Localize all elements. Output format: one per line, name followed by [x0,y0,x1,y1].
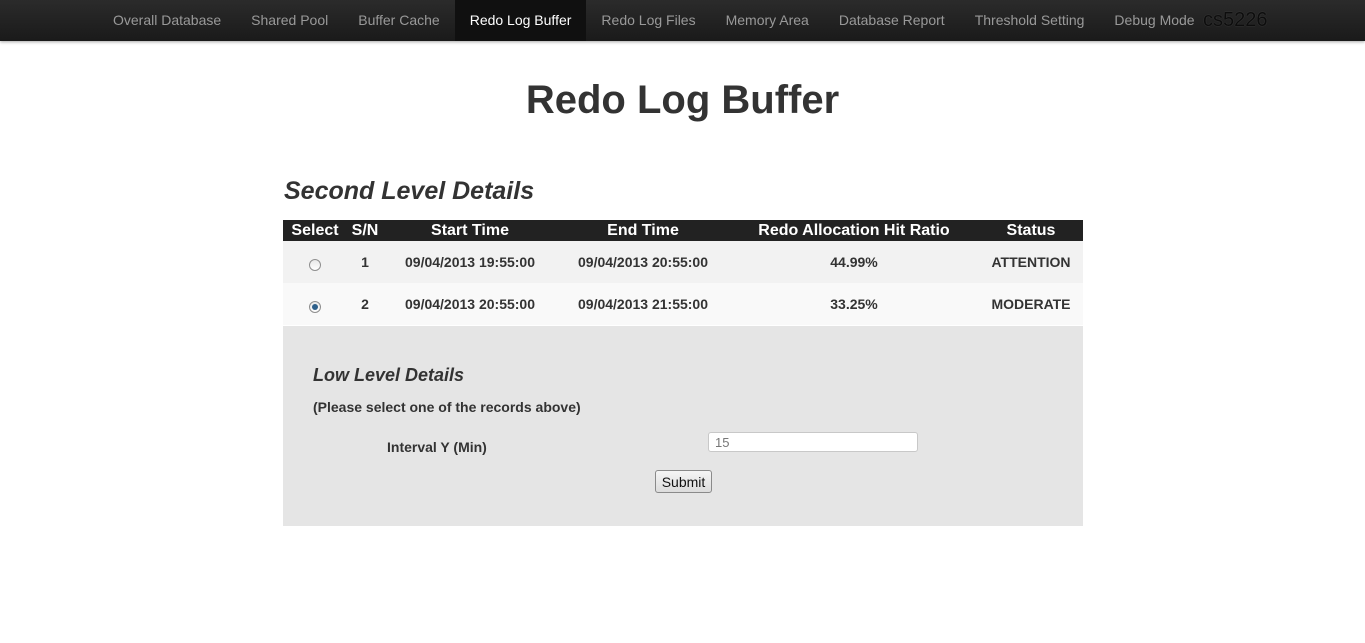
hit-ratio-cell: 44.99% [729,241,979,283]
nav-item-shared-pool[interactable]: Shared Pool [236,0,343,41]
interval-label: Interval Y (Min) [387,439,487,455]
select-cell [283,241,347,283]
submit-button[interactable]: Submit [655,470,712,493]
nav-item-database-report[interactable]: Database Report [824,0,960,41]
select-radio-row-1[interactable] [309,259,321,272]
interval-input[interactable] [708,432,918,452]
top-navbar: Overall Database Shared Pool Buffer Cach… [0,0,1365,41]
start-time-cell: 09/04/2013 19:55:00 [383,241,557,283]
page-title: Redo Log Buffer [525,78,840,122]
brand-label[interactable]: cs5226 [1203,0,1268,41]
records-table: Select S/N Start Time End Time Redo Allo… [283,220,1083,325]
table-row: 2 09/04/2013 20:55:00 09/04/2013 21:55:0… [283,283,1083,325]
start-time-cell: 09/04/2013 20:55:00 [383,283,557,325]
col-sn-header: S/N [347,220,383,241]
nav-item-memory-area[interactable]: Memory Area [711,0,824,41]
second-level-title: Second Level Details [284,177,535,205]
sn-cell: 1 [347,241,383,283]
sn-cell: 2 [347,283,383,325]
nav-item-debug-mode[interactable]: Debug Mode [1099,0,1209,41]
col-start-time-header: Start Time [383,220,557,241]
col-hit-ratio-header: Redo Allocation Hit Ratio [729,220,979,241]
hit-ratio-cell: 33.25% [729,283,979,325]
col-status-header: Status [979,220,1083,241]
nav-menu: Overall Database Shared Pool Buffer Cach… [98,0,1210,41]
nav-item-buffer-cache[interactable]: Buffer Cache [343,0,454,41]
col-end-time-header: End Time [557,220,729,241]
nav-item-overall-database[interactable]: Overall Database [98,0,236,41]
select-radio-row-2[interactable] [309,301,321,314]
status-cell: ATTENTION [979,241,1083,283]
nav-item-redo-log-files[interactable]: Redo Log Files [586,0,710,41]
low-level-panel: Low Level Details (Please select one of … [283,326,1083,526]
nav-item-threshold-setting[interactable]: Threshold Setting [960,0,1100,41]
low-level-hint: (Please select one of the records above) [313,399,581,415]
end-time-cell: 09/04/2013 20:55:00 [557,241,729,283]
col-select-header: Select [283,220,347,241]
select-cell [283,283,347,325]
nav-item-redo-log-buffer[interactable]: Redo Log Buffer [454,0,587,41]
table-header-row: Select S/N Start Time End Time Redo Allo… [283,220,1083,241]
table-row: 1 09/04/2013 19:55:00 09/04/2013 20:55:0… [283,241,1083,283]
end-time-cell: 09/04/2013 21:55:00 [557,283,729,325]
status-cell: MODERATE [979,283,1083,325]
low-level-title: Low Level Details [313,365,465,385]
